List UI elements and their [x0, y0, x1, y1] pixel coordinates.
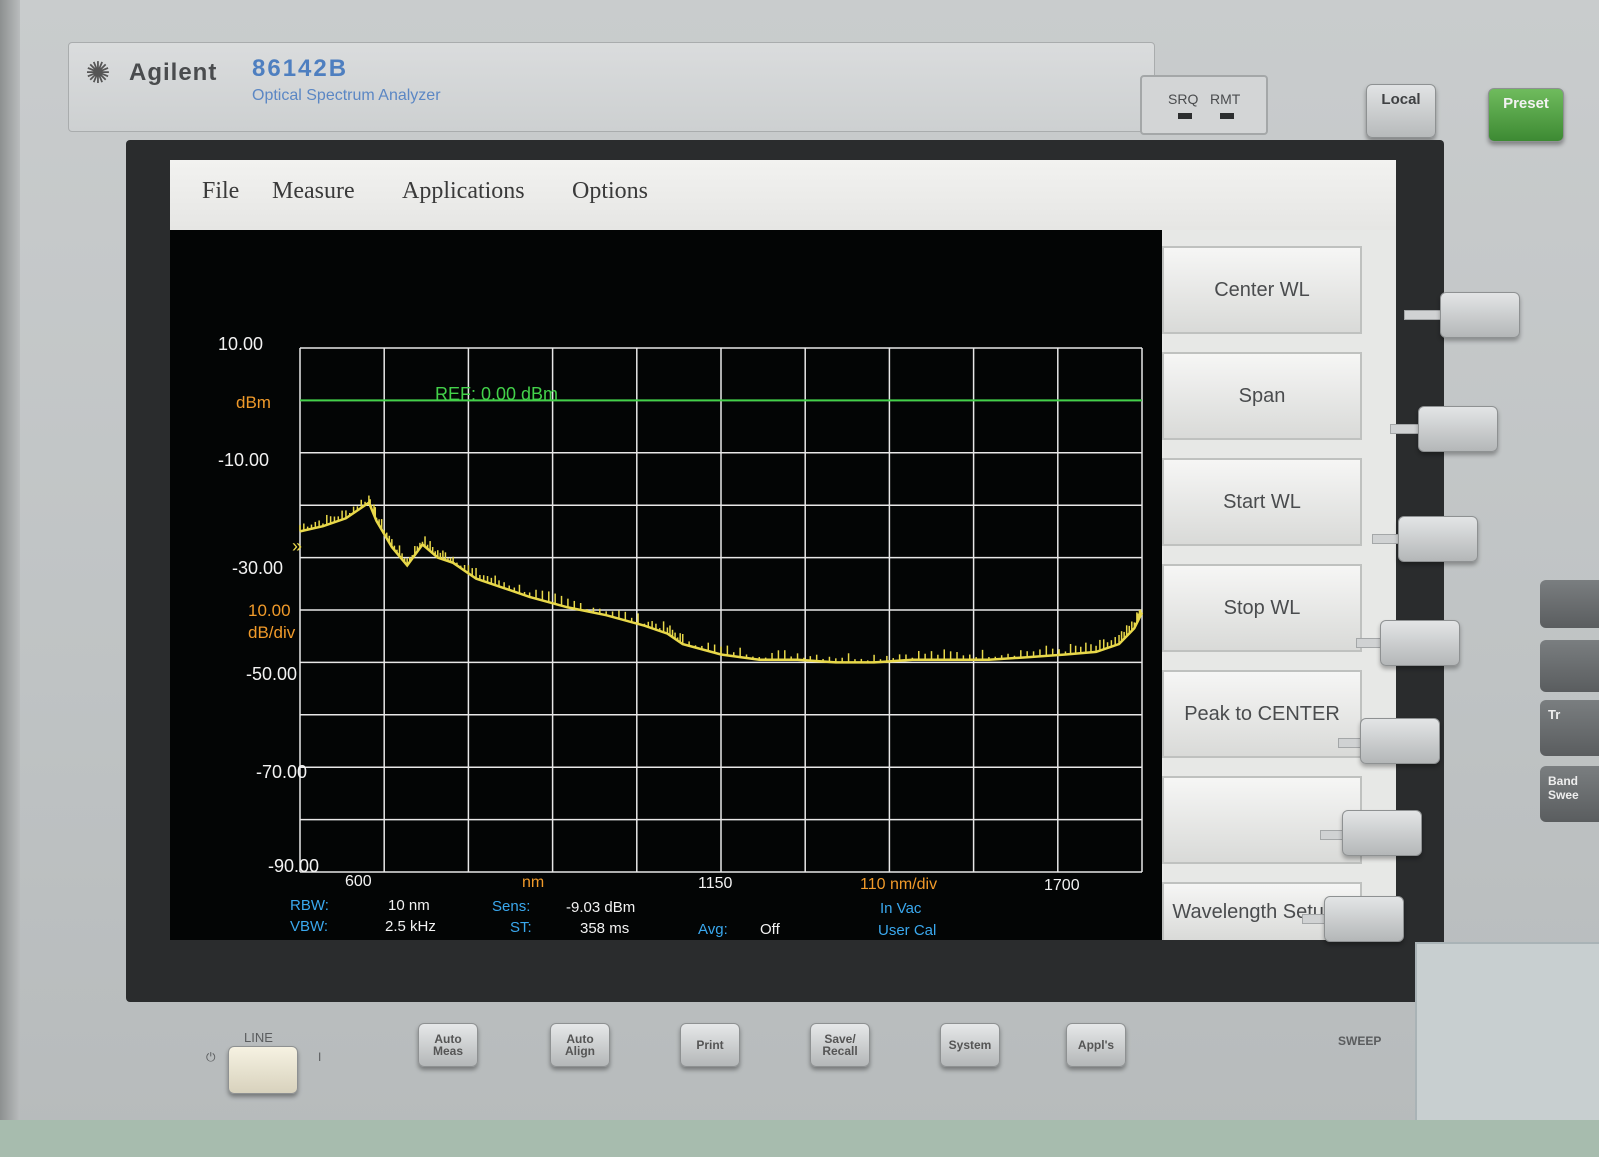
rbw-label: RBW: [290, 897, 329, 914]
spectrum-display: REF: 0.00 dBm » 10.00 dBm -10.00 -30.00 … [218, 334, 1144, 939]
vbw-value: 2.5 kHz [385, 918, 436, 935]
brand-strip: ✺ Agilent 86142B Optical Spectrum Analyz… [68, 42, 1155, 132]
front-panel-window [1415, 942, 1599, 1126]
avg-value: Off [760, 921, 781, 938]
st-value: 358 ms [580, 920, 629, 937]
st-label: ST: [510, 919, 532, 936]
avg-label: Avg: [698, 921, 728, 938]
srq-label: SRQ [1168, 91, 1199, 107]
y-tick-minus50: -50.00 [246, 664, 297, 684]
side-softkey-button-2[interactable] [1418, 406, 1498, 452]
rmt-label: RMT [1210, 91, 1241, 107]
side-softkey-button-7[interactable] [1324, 896, 1404, 942]
bench-surface [0, 1120, 1599, 1157]
srq-rmt-indicator: SRQ RMT [1140, 75, 1268, 135]
y-tick-minus30: -30.00 [232, 558, 283, 578]
softkey-span[interactable]: Span [1162, 352, 1362, 440]
right-key-tr[interactable]: Tr [1540, 700, 1599, 756]
medium-label: In Vac [880, 900, 922, 917]
plot-grid [299, 347, 1143, 873]
auto-meas-button[interactable]: Auto Meas [418, 1023, 478, 1067]
side-softkey-button-5[interactable] [1360, 718, 1440, 764]
cal-label: User Cal [878, 922, 936, 939]
system-button[interactable]: System [940, 1023, 1000, 1067]
softkey-blank[interactable] [1162, 776, 1362, 864]
line-label: LINE [244, 1030, 273, 1045]
x-tick-600: 600 [345, 873, 372, 890]
y-tick-minus90: -90.00 [268, 856, 319, 876]
sens-label: Sens: [492, 898, 530, 915]
model-number: 86142B [252, 55, 349, 82]
save-recall-button[interactable]: Save/ Recall [810, 1023, 870, 1067]
x-scale-label: 110 nm/div [860, 876, 937, 893]
instrument-left-edge [0, 0, 20, 1157]
status-area: RBW: 10 nm VBW: 2.5 kHz Sens: -9.03 dBm … [290, 897, 936, 939]
softkey-peak-to-center[interactable]: Peak to CENTER [1162, 670, 1362, 758]
softkey-stop-wl[interactable]: Stop WL [1162, 564, 1362, 652]
x-tick-1700: 1700 [1044, 877, 1080, 894]
rbw-value: 10 nm [388, 897, 430, 914]
right-key-1[interactable] [1540, 580, 1599, 628]
sweep-label: SWEEP [1338, 1034, 1382, 1048]
side-softkey-button-4[interactable] [1380, 620, 1460, 666]
side-softkey-button-3[interactable] [1398, 516, 1478, 562]
local-button[interactable]: Local [1366, 84, 1436, 138]
appls-button[interactable]: Appl's [1066, 1023, 1126, 1067]
vbw-label: VBW: [290, 918, 328, 935]
brand-name: Agilent [129, 59, 218, 86]
agilent-logo-icon: ✺ [85, 57, 111, 90]
y-scale-value: 10.00 [248, 601, 291, 620]
side-softkey-button-6[interactable] [1342, 810, 1422, 856]
y-tick-minus70: -70.00 [256, 762, 307, 782]
right-key-band-sweep[interactable]: Band Swee [1540, 766, 1599, 822]
rmt-led [1220, 113, 1234, 119]
model-subtitle: Optical Spectrum Analyzer [252, 87, 441, 104]
sens-value: -9.03 dBm [566, 899, 635, 916]
power-off-icon: ⏻ [206, 1050, 216, 1064]
screen: File Measure Applications Options REF: 0… [170, 160, 1396, 940]
y-tick-10: 10.00 [218, 334, 263, 354]
y-scale-unit: dB/div [248, 623, 296, 642]
side-softkey-button-1[interactable] [1440, 292, 1520, 338]
softkey-center-wl[interactable]: Center WL [1162, 246, 1362, 334]
x-unit-label: nm [522, 874, 544, 891]
y-tick-minus10: -10.00 [218, 450, 269, 470]
trace-marker-icon: » [292, 536, 302, 556]
line-power-switch[interactable] [228, 1046, 298, 1094]
y-unit-label: dBm [236, 393, 271, 412]
x-tick-1150: 1150 [698, 875, 733, 892]
print-button[interactable]: Print [680, 1023, 740, 1067]
right-key-2[interactable] [1540, 640, 1599, 692]
power-on-icon: I [318, 1050, 322, 1064]
reference-label: REF: 0.00 dBm [435, 384, 558, 404]
softkey-start-wl[interactable]: Start WL [1162, 458, 1362, 546]
preset-button[interactable]: Preset [1488, 88, 1564, 142]
auto-align-button[interactable]: Auto Align [550, 1023, 610, 1067]
srq-led [1178, 113, 1192, 119]
